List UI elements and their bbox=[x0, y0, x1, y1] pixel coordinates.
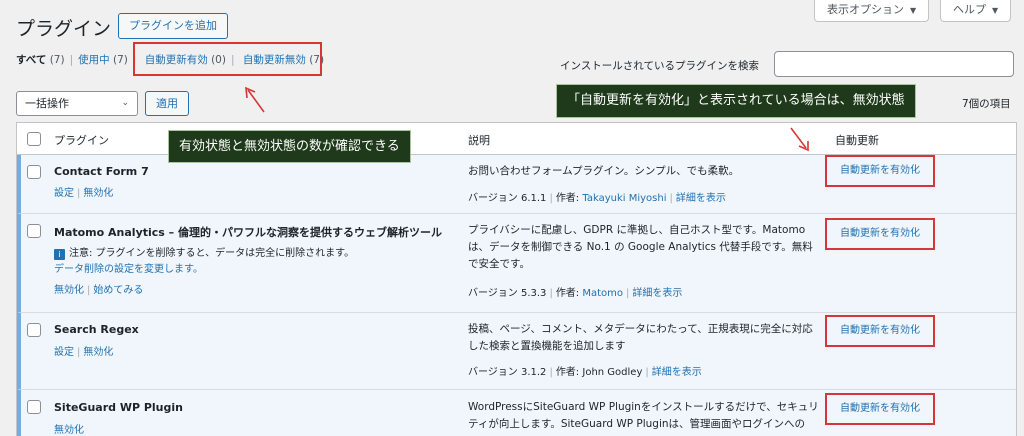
annotation-arrows bbox=[245, 86, 809, 152]
arrow-to-auto-update-icon bbox=[790, 127, 809, 152]
arrow-to-filters-icon bbox=[245, 86, 265, 113]
